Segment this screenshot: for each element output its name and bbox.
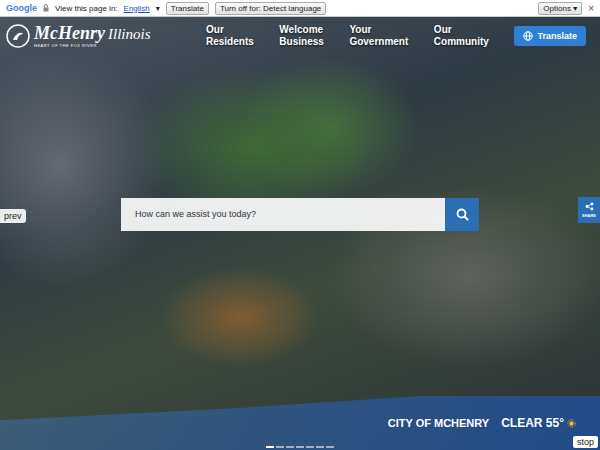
nav-item[interactable]: OurCommunity: [434, 24, 489, 48]
nav-item[interactable]: YourGovernment: [349, 24, 408, 48]
page: Google View this page in: English ▾ Translat…: [0, 0, 600, 450]
weather: CLEAR 55°: [501, 416, 576, 430]
city-name: CITY OF MCHENRY: [388, 417, 489, 429]
turn-off-button[interactable]: Turn off for: Detect language: [215, 2, 326, 15]
logo[interactable]: McHenryIllinoisHEART OF THE FOX RIVER: [6, 23, 196, 48]
main-nav: OurResidents WelcomeBusiness YourGovernmen…: [206, 24, 586, 48]
search-bar[interactable]: How can we assist you today?: [121, 198, 479, 231]
footer-bar: CITY OF MCHENRY CLEAR 55°: [0, 396, 600, 450]
share-button[interactable]: SHARE: [578, 197, 600, 223]
nav-item[interactable]: WelcomeBusiness: [279, 24, 323, 48]
options-button[interactable]: Options ▾: [538, 2, 582, 15]
google-brand: Google: [6, 3, 37, 13]
translate-button[interactable]: Translate: [514, 26, 586, 46]
slide-dot[interactable]: [266, 446, 274, 448]
sun-icon: [567, 419, 576, 428]
language-select[interactable]: English: [124, 4, 150, 13]
lock-icon: [43, 4, 49, 12]
search-input[interactable]: How can we assist you today?: [121, 198, 445, 231]
globe-icon: [523, 31, 533, 41]
search-icon: [456, 208, 469, 221]
site-header: McHenryIllinoisHEART OF THE FOX RIVER Our…: [0, 17, 600, 48]
slide-dot[interactable]: [276, 446, 284, 448]
hero: McHenryIllinoisHEART OF THE FOX RIVER Our…: [0, 17, 600, 450]
language-arrow[interactable]: ▾: [156, 4, 160, 13]
logo-name: McHenry: [34, 23, 105, 44]
slide-dot[interactable]: [286, 446, 294, 448]
prev-button[interactable]: prev: [0, 209, 26, 223]
slide-dot[interactable]: [316, 446, 324, 448]
emblem-icon: [6, 24, 30, 48]
nav-item[interactable]: OurResidents: [206, 24, 254, 48]
logo-state: Illinois: [108, 26, 151, 43]
slide-dot[interactable]: [296, 446, 304, 448]
slide-dots: [266, 446, 334, 448]
translate-bar: Google View this page in: English ▾ Translat…: [0, 0, 600, 17]
stop-button[interactable]: stop: [573, 436, 598, 448]
translate-prompt: View this page in:: [55, 4, 118, 13]
translate-page-button[interactable]: Translate: [166, 2, 209, 15]
share-icon: [585, 202, 594, 211]
search-button[interactable]: [445, 198, 479, 231]
slide-dot[interactable]: [306, 446, 314, 448]
slide-dot[interactable]: [326, 446, 334, 448]
close-button[interactable]: ×: [588, 3, 594, 14]
logo-tagline: HEART OF THE FOX RIVER: [34, 43, 151, 48]
